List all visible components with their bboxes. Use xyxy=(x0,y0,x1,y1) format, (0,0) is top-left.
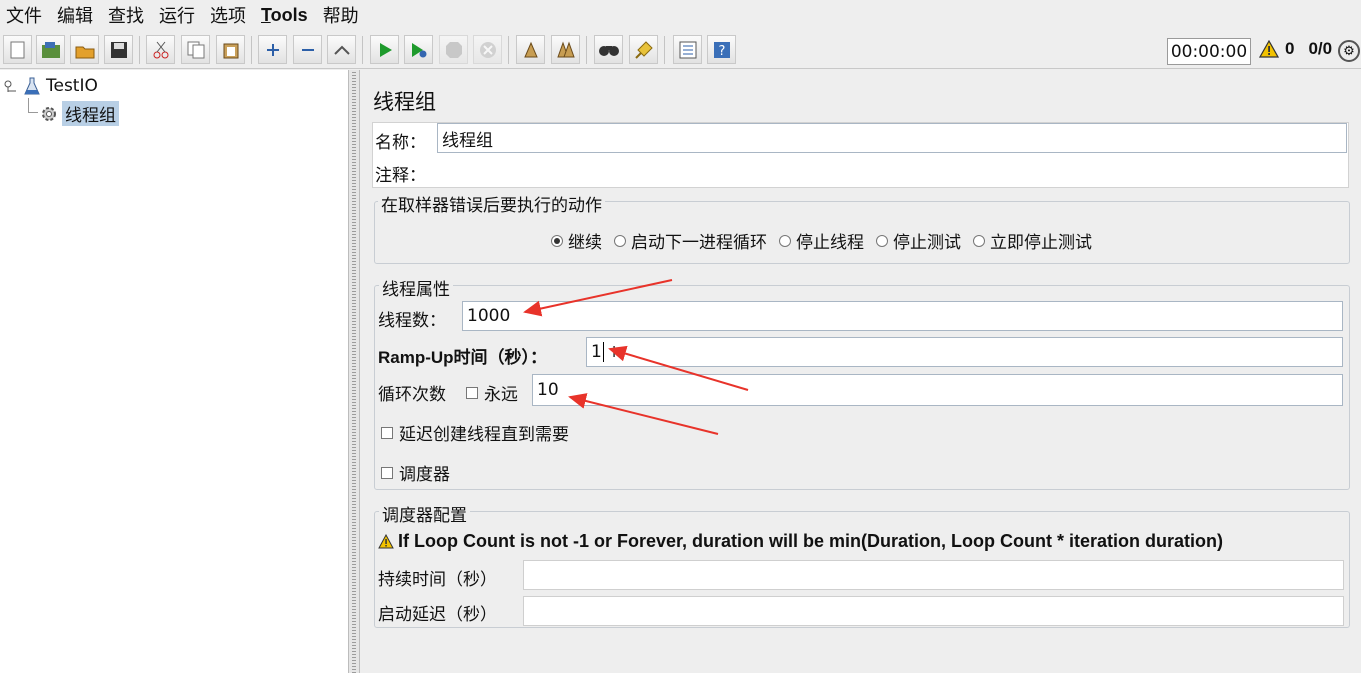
menu-tools[interactable]: Tools xyxy=(261,5,308,26)
thread-group-panel: 线程组 名称： 线程组 注释： 在取样器错误后要执行的动作 继续 启动下一进程循… xyxy=(361,70,1361,673)
text-cursor-icon: I xyxy=(611,343,617,361)
delay-check-icon[interactable] xyxy=(381,426,393,439)
tree-thread-group-label: 线程组 xyxy=(62,101,119,126)
menu-run[interactable]: 运行 xyxy=(159,2,195,28)
radio-stop-test[interactable]: 停止测试 xyxy=(876,228,961,253)
forever-label: 永远 xyxy=(484,385,518,405)
new-icon[interactable] xyxy=(3,35,32,64)
save-icon[interactable] xyxy=(104,35,133,64)
menu-file[interactable]: 文件 xyxy=(6,2,42,28)
scheduler-warning-text: If Loop Count is not -1 or Forever, dura… xyxy=(398,531,1223,551)
paste-icon[interactable] xyxy=(216,35,245,64)
duration-label: 持续时间（秒） xyxy=(378,570,497,590)
sampler-error-legend: 在取样器错误后要执行的动作 xyxy=(378,191,605,216)
thread-count-field[interactable]: 1000 xyxy=(462,301,1343,331)
scheduler-checkbox[interactable]: 调度器 xyxy=(381,460,450,485)
help-icon[interactable]: ? xyxy=(707,35,736,64)
expand-icon[interactable] xyxy=(258,35,287,64)
startup-delay-field[interactable] xyxy=(523,596,1344,626)
search-icon[interactable] xyxy=(594,35,623,64)
scheduler-warning: If Loop Count is not -1 or Forever, dura… xyxy=(378,531,1223,552)
thread-properties-legend: 线程属性 xyxy=(379,275,453,300)
reset-search-icon[interactable] xyxy=(629,35,658,64)
warning-icon xyxy=(378,534,394,549)
comment-field[interactable] xyxy=(437,158,1347,186)
forever-check-icon[interactable] xyxy=(466,386,478,399)
test-plan-icon xyxy=(24,77,40,95)
delay-label: 延迟创建线程直到需要 xyxy=(399,425,569,445)
tree-node-root[interactable]: TestIO xyxy=(4,76,98,96)
tree-root-label: TestIO xyxy=(46,76,98,96)
rampup-label: Ramp-Up时间（秒）： xyxy=(378,348,548,367)
comment-label: 注释： xyxy=(375,166,426,186)
svg-text:?: ? xyxy=(718,44,725,59)
menu-search[interactable]: 查找 xyxy=(108,2,144,28)
warning-icon xyxy=(1259,40,1279,58)
menu-options[interactable]: 选项 xyxy=(210,2,246,28)
copy-icon[interactable] xyxy=(181,35,210,64)
scheduler-config-legend: 调度器配置 xyxy=(379,501,470,526)
radio-stop-test-now[interactable]: 立即停止测试 xyxy=(973,228,1092,253)
duration-field[interactable] xyxy=(523,560,1344,590)
rampup-value: 1 xyxy=(591,342,602,362)
radio-continue[interactable]: 继续 xyxy=(551,228,602,253)
function-helper-icon[interactable] xyxy=(673,35,702,64)
collapse-icon[interactable] xyxy=(293,35,322,64)
warning-count: 0 xyxy=(1285,39,1295,58)
clear-icon[interactable] xyxy=(516,35,545,64)
start-icon[interactable] xyxy=(370,35,399,64)
shutdown-icon[interactable] xyxy=(473,35,502,64)
scheduler-check-icon[interactable] xyxy=(381,466,393,479)
tree-node-thread-group[interactable]: 线程组 xyxy=(40,101,119,126)
split-pane-divider[interactable] xyxy=(348,70,360,673)
delay-thread-creation-checkbox[interactable]: 延迟创建线程直到需要 xyxy=(381,420,569,445)
forever-checkbox[interactable]: 永远 xyxy=(466,380,518,405)
templates-icon[interactable] xyxy=(36,35,65,64)
elapsed-timer: 00:00:00 xyxy=(1167,38,1251,65)
menubar: 文件 编辑 查找 运行 选项 Tools 帮助 xyxy=(0,0,1361,30)
clear-all-icon[interactable] xyxy=(551,35,580,64)
toolbar: ? 00:00:00 0 0/0 ⚙ xyxy=(0,31,1361,69)
radio-stop-thread[interactable]: 停止线程 xyxy=(779,228,864,253)
thread-count-label: 线程数： xyxy=(378,311,446,331)
toggle-icon[interactable] xyxy=(327,35,356,64)
name-label: 名称： xyxy=(375,133,426,153)
cut-icon[interactable] xyxy=(146,35,175,64)
name-field[interactable]: 线程组 xyxy=(437,123,1347,153)
startup-delay-label: 启动延迟（秒） xyxy=(378,605,497,625)
remote-status-icon[interactable]: ⚙ xyxy=(1338,40,1360,62)
thread-group-gear-icon xyxy=(42,106,56,121)
page-title: 线程组 xyxy=(373,90,436,114)
warning-indicator[interactable]: 0 0/0 xyxy=(1259,39,1332,59)
open-icon[interactable] xyxy=(70,35,99,64)
scheduler-label: 调度器 xyxy=(399,465,450,485)
sampler-error-options: 继续 启动下一进程循环 停止线程 停止测试 立即停止测试 xyxy=(551,228,1104,253)
test-plan-tree: TestIO 线程组 xyxy=(0,70,348,673)
thread-ratio: 0/0 xyxy=(1308,39,1333,58)
loop-count-label: 循环次数 xyxy=(378,385,446,405)
stop-icon[interactable] xyxy=(439,35,468,64)
loop-count-field[interactable]: 10 xyxy=(532,374,1343,406)
start-no-pause-icon[interactable] xyxy=(404,35,433,64)
radio-start-next-loop[interactable]: 启动下一进程循环 xyxy=(614,228,767,253)
menu-edit[interactable]: 编辑 xyxy=(57,2,93,28)
rampup-field[interactable]: 1 I xyxy=(586,337,1343,367)
tree-toggle-icon[interactable] xyxy=(4,79,18,93)
menu-help[interactable]: 帮助 xyxy=(323,2,359,28)
